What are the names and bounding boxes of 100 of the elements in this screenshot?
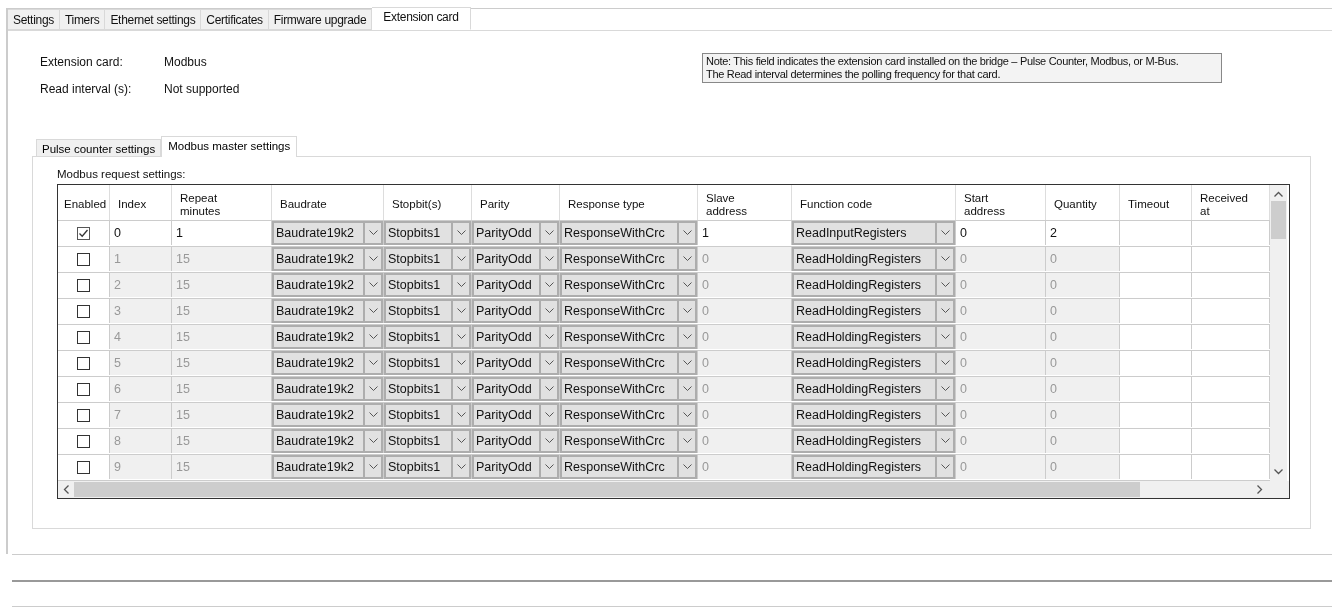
dropdown[interactable]: Stopbits1	[384, 325, 471, 349]
dropdown[interactable]: Baudrate19k2	[272, 351, 383, 375]
dropdown[interactable]: Baudrate19k2	[272, 247, 383, 271]
dropdown[interactable]: ReadHoldingRegisters	[792, 351, 955, 375]
dropdown[interactable]: ReadHoldingRegisters	[792, 325, 955, 349]
dropdown[interactable]: ParityOdd	[472, 247, 559, 271]
field-value: Modbus	[164, 55, 207, 69]
dropdown[interactable]: Stopbits1	[384, 299, 471, 323]
tab[interactable]: Pulse counter settings	[36, 139, 162, 157]
chevron-down-icon	[544, 230, 554, 236]
table-cell: 0	[956, 325, 1046, 349]
dropdown[interactable]: ParityOdd	[472, 429, 559, 453]
tab[interactable]: Timers	[59, 9, 106, 30]
dropdown[interactable]: ReadHoldingRegisters	[792, 403, 955, 427]
checkbox[interactable]	[77, 356, 90, 370]
table-cell: 0	[956, 273, 1046, 297]
tab[interactable]: Certificates	[201, 9, 269, 30]
dropdown[interactable]: ParityOdd	[472, 299, 559, 323]
dropdown[interactable]: Baudrate19k2	[272, 221, 383, 245]
dropdown[interactable]: Baudrate19k2	[272, 299, 383, 323]
chevron-down-icon	[682, 464, 692, 470]
table-cell: 0	[956, 299, 1046, 323]
dropdown[interactable]: ResponseWithCrc	[560, 429, 697, 453]
dropdown[interactable]: Baudrate19k2	[272, 455, 383, 479]
chevron-down-icon[interactable]	[1274, 469, 1283, 475]
column-header: Start address	[956, 185, 1046, 220]
dropdown[interactable]: Baudrate19k2	[272, 273, 383, 297]
dropdown[interactable]: ResponseWithCrc	[560, 403, 697, 427]
dropdown[interactable]: ReadHoldingRegisters	[792, 247, 955, 271]
table-cell: 15	[172, 299, 272, 323]
checkbox[interactable]	[77, 460, 90, 474]
chevron-down-icon	[456, 230, 466, 236]
chevron-down-icon	[456, 464, 466, 470]
dropdown[interactable]: ResponseWithCrc	[560, 325, 697, 349]
checkbox[interactable]	[77, 226, 90, 240]
scrollbar-thumb[interactable]	[1271, 201, 1286, 239]
checkbox[interactable]	[77, 330, 90, 344]
chevron-down-icon	[544, 360, 554, 366]
table-cell: 0	[698, 351, 792, 375]
chevron-down-icon	[682, 282, 692, 288]
dropdown[interactable]: ReadInputRegisters	[792, 221, 955, 245]
checkbox[interactable]	[77, 278, 90, 292]
dropdown[interactable]: Baudrate19k2	[272, 403, 383, 427]
chevron-down-icon	[368, 438, 378, 444]
dropdown[interactable]: ParityOdd	[472, 377, 559, 401]
note-box: Note: This field indicates the extension card installed on the bridge – Pulse Counter, Modbus, or M-Bus. The Read interval determines the polling frequency for that card.	[702, 53, 1222, 83]
dropdown[interactable]: ParityOdd	[472, 273, 559, 297]
chevron-left-icon[interactable]	[63, 485, 69, 494]
table-cell: 6	[110, 377, 172, 401]
chevron-right-icon[interactable]	[1257, 485, 1263, 494]
checkbox[interactable]	[77, 252, 90, 266]
table-cell: 15	[172, 429, 272, 453]
dropdown[interactable]: Stopbits1	[384, 455, 471, 479]
scrollbar-thumb[interactable]	[74, 482, 1140, 497]
dropdown[interactable]: Stopbits1	[384, 351, 471, 375]
tab[interactable]: Extension card	[372, 7, 471, 30]
dropdown[interactable]: Baudrate19k2	[272, 325, 383, 349]
chevron-down-icon	[940, 308, 950, 314]
dropdown[interactable]: ResponseWithCrc	[560, 247, 697, 271]
table-cell: 0	[1046, 325, 1120, 349]
dropdown[interactable]: Stopbits1	[384, 403, 471, 427]
dropdown[interactable]: ResponseWithCrc	[560, 221, 697, 245]
vertical-scrollbar[interactable]	[1270, 185, 1287, 481]
chevron-down-icon	[456, 308, 466, 314]
table-cell: 0	[698, 325, 792, 349]
dropdown[interactable]: Stopbits1	[384, 247, 471, 271]
checkbox[interactable]	[77, 434, 90, 448]
dropdown[interactable]: ReadHoldingRegisters	[792, 273, 955, 297]
dropdown[interactable]: ReadHoldingRegisters	[792, 299, 955, 323]
table-cell: 0	[1046, 403, 1120, 427]
dropdown[interactable]: ParityOdd	[472, 221, 559, 245]
dropdown[interactable]: Stopbits1	[384, 221, 471, 245]
dropdown[interactable]: ReadHoldingRegisters	[792, 455, 955, 479]
dropdown[interactable]: Baudrate19k2	[272, 377, 383, 401]
dropdown[interactable]: ResponseWithCrc	[560, 351, 697, 375]
dropdown[interactable]: ParityOdd	[472, 325, 559, 349]
dropdown[interactable]: ReadHoldingRegisters	[792, 429, 955, 453]
chevron-down-icon	[682, 230, 692, 236]
chevron-up-icon[interactable]	[1274, 191, 1283, 197]
dropdown[interactable]: ParityOdd	[472, 455, 559, 479]
dropdown[interactable]: ReadHoldingRegisters	[792, 377, 955, 401]
tab[interactable]: Firmware upgrade	[268, 9, 373, 30]
dropdown[interactable]: ResponseWithCrc	[560, 273, 697, 297]
checkbox[interactable]	[77, 304, 90, 318]
checkbox[interactable]	[77, 408, 90, 422]
dropdown[interactable]: Stopbits1	[384, 273, 471, 297]
dropdown[interactable]: ResponseWithCrc	[560, 455, 697, 479]
dropdown[interactable]: Baudrate19k2	[272, 429, 383, 453]
dropdown[interactable]: Stopbits1	[384, 429, 471, 453]
horizontal-scrollbar[interactable]	[58, 481, 1289, 498]
dropdown[interactable]: ResponseWithCrc	[560, 299, 697, 323]
tab[interactable]: Settings	[8, 9, 60, 30]
checkbox[interactable]	[77, 382, 90, 396]
tab[interactable]: Ethernet settings	[105, 9, 202, 30]
dropdown[interactable]: ParityOdd	[472, 403, 559, 427]
dropdown[interactable]: Stopbits1	[384, 377, 471, 401]
dropdown[interactable]: ResponseWithCrc	[560, 377, 697, 401]
table-cell: 15	[172, 455, 272, 479]
dropdown[interactable]: ParityOdd	[472, 351, 559, 375]
tab[interactable]: Modbus master settings	[161, 136, 298, 157]
